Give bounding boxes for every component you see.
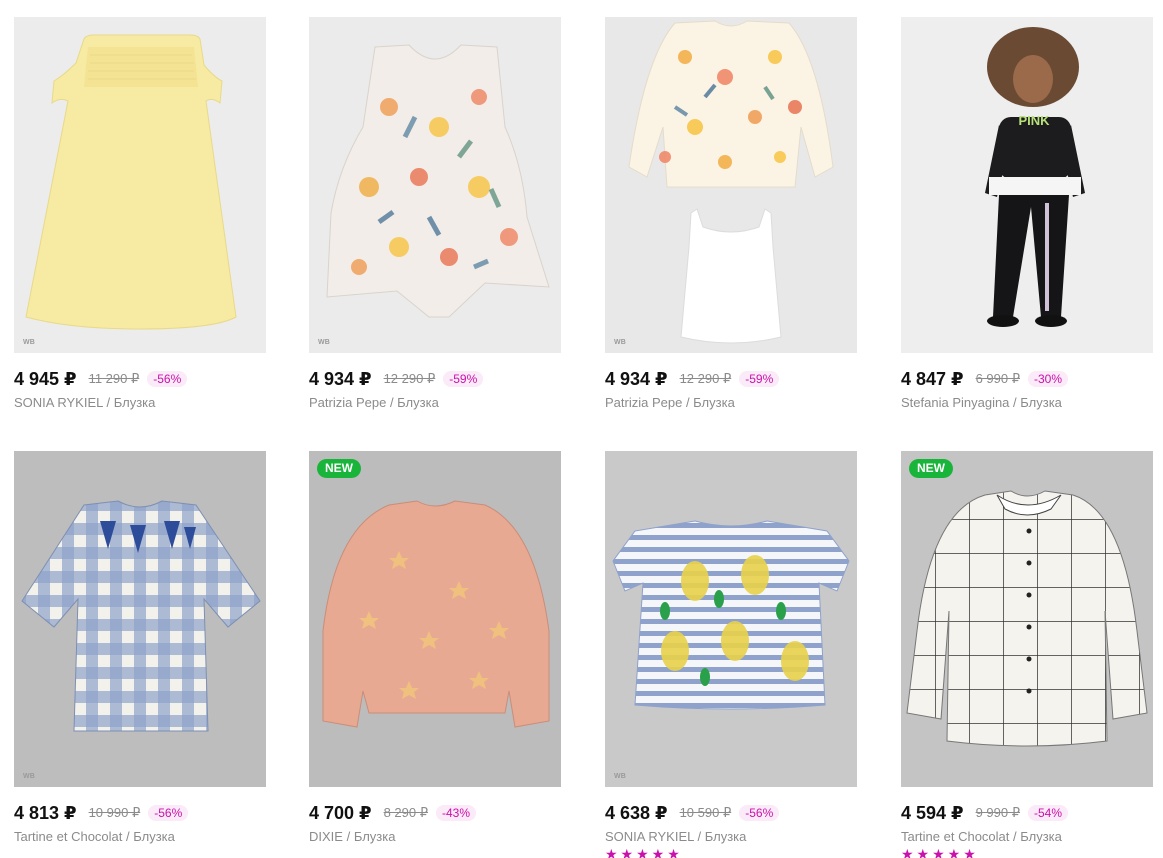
name-separator: / bbox=[102, 395, 114, 410]
rating-stars: ★★★★★ bbox=[901, 846, 979, 858]
brand-name: Tartine et Chocolat bbox=[901, 829, 1010, 844]
brand-name: SONIA RYKIEL bbox=[14, 395, 103, 410]
category-name: Блузка bbox=[353, 829, 396, 844]
current-price: 4 594 ₽ bbox=[901, 802, 964, 823]
rating-stars: ★★★★★ bbox=[605, 846, 683, 858]
price-row: 4 700 ₽ 8 290 ₽ -43% bbox=[309, 801, 561, 825]
current-price: 4 847 ₽ bbox=[901, 368, 964, 389]
name-separator: / bbox=[342, 829, 354, 844]
pink-print-text: PINK bbox=[1018, 113, 1050, 128]
brand-name: DIXIE bbox=[309, 829, 343, 844]
current-price: 4 813 ₽ bbox=[14, 802, 77, 823]
old-price: 9 990 ₽ bbox=[975, 805, 1020, 820]
product-name[interactable]: Tartine et Chocolat / Блузка bbox=[14, 829, 266, 844]
category-name: Блузка bbox=[397, 395, 439, 410]
old-price: 11 290 ₽ bbox=[88, 371, 140, 386]
current-price: 4 934 ₽ bbox=[309, 368, 372, 389]
product-card[interactable]: WB 4 934 ₽ 12 290 ₽ -59% Patrizia Pepe /… bbox=[309, 17, 561, 410]
wb-watermark: WB bbox=[614, 773, 627, 780]
product-name[interactable]: SONIA RYKIEL / Блузка bbox=[605, 829, 857, 844]
old-price: 12 290 ₽ bbox=[679, 371, 732, 386]
discount-badge: -56% bbox=[739, 805, 780, 821]
product-card[interactable]: WB 4 934 ₽ 12 290 ₽ -59% Patrizia Pepe /… bbox=[605, 17, 857, 410]
product-image[interactable]: WB bbox=[605, 451, 857, 787]
price-row: 4 934 ₽ 12 290 ₽ -59% bbox=[605, 367, 857, 391]
current-price: 4 945 ₽ bbox=[14, 368, 77, 389]
new-badge: NEW bbox=[909, 459, 953, 478]
product-card[interactable]: NEW 4 594 ₽ 9 990 ₽ -54% Tartine et Choc… bbox=[901, 451, 1153, 858]
product-name[interactable]: Patrizia Pepe / Блузка bbox=[309, 395, 561, 410]
discount-badge: -59% bbox=[443, 371, 484, 387]
old-price: 6 990 ₽ bbox=[975, 371, 1020, 386]
product-name[interactable]: SONIA RYKIEL / Блузка bbox=[14, 395, 266, 410]
girl-model-image: PINK bbox=[985, 27, 1085, 327]
price-row: 4 934 ₽ 12 290 ₽ -59% bbox=[309, 367, 561, 391]
old-price: 12 290 ₽ bbox=[383, 371, 436, 386]
name-separator: / bbox=[1009, 829, 1021, 844]
product-image[interactable]: WB bbox=[309, 17, 561, 353]
product-image[interactable]: NEW bbox=[309, 451, 561, 787]
current-price: 4 700 ₽ bbox=[309, 802, 372, 823]
discount-badge: -56% bbox=[147, 371, 188, 387]
category-name: Блузка bbox=[133, 829, 175, 844]
product-name[interactable]: Patrizia Pepe / Блузка bbox=[605, 395, 857, 410]
product-image[interactable]: PINK bbox=[901, 17, 1153, 353]
category-name: Блузка bbox=[1020, 829, 1062, 844]
name-separator: / bbox=[386, 395, 398, 410]
brand-name: Patrizia Pepe bbox=[309, 395, 387, 410]
price-row: 4 638 ₽ 10 590 ₽ -56% bbox=[605, 801, 857, 825]
wb-watermark: WB bbox=[23, 773, 36, 780]
product-image[interactable]: WB bbox=[14, 17, 266, 353]
striped-lemon-blouse-image bbox=[612, 520, 850, 710]
product-image[interactable]: WB bbox=[605, 17, 857, 353]
current-price: 4 638 ₽ bbox=[605, 802, 668, 823]
checked-white-blouse-image bbox=[906, 490, 1148, 747]
floral-top-image bbox=[326, 44, 550, 318]
price-row: 4 945 ₽ 11 290 ₽ -56% bbox=[14, 367, 266, 391]
price-row: 4 594 ₽ 9 990 ₽ -54% bbox=[901, 801, 1153, 825]
old-price: 10 990 ₽ bbox=[88, 805, 141, 820]
gingham-blouse-image bbox=[21, 500, 261, 732]
current-price: 4 934 ₽ bbox=[605, 368, 668, 389]
product-name[interactable]: Tartine et Chocolat / Блузка bbox=[901, 829, 1153, 844]
discount-badge: -56% bbox=[148, 805, 189, 821]
old-price: 10 590 ₽ bbox=[679, 805, 732, 820]
price-row: 4 847 ₽ 6 990 ₽ -30% bbox=[901, 367, 1153, 391]
name-separator: / bbox=[693, 829, 705, 844]
discount-badge: -54% bbox=[1028, 805, 1069, 821]
wb-watermark: WB bbox=[23, 339, 36, 346]
name-separator: / bbox=[1009, 395, 1021, 410]
discount-badge: -30% bbox=[1028, 371, 1069, 387]
product-card[interactable]: WB 4 945 ₽ 11 290 ₽ -56% SONIA RYKIEL / … bbox=[14, 17, 266, 410]
product-name[interactable]: DIXIE / Блузка bbox=[309, 829, 561, 844]
brand-name: SONIA RYKIEL bbox=[605, 829, 694, 844]
product-card[interactable]: PINK 4 847 ₽ 6 990 ₽ -30% Stefania Pinya… bbox=[901, 17, 1153, 410]
name-separator: / bbox=[682, 395, 694, 410]
brand-name: Patrizia Pepe bbox=[605, 395, 683, 410]
new-badge: NEW bbox=[317, 459, 361, 478]
peach-tulle-blouse-image bbox=[322, 500, 550, 728]
category-name: Блузка bbox=[704, 829, 747, 844]
category-name: Блузка bbox=[693, 395, 735, 410]
price-row: 4 813 ₽ 10 990 ₽ -56% bbox=[14, 801, 266, 825]
category-name: Блузка bbox=[113, 395, 156, 410]
old-price: 8 290 ₽ bbox=[383, 805, 428, 820]
yellow-dress-image bbox=[25, 34, 237, 330]
product-name[interactable]: Stefania Pinyagina / Блузка bbox=[901, 395, 1153, 410]
product-card[interactable]: NEW 4 700 ₽ 8 290 ₽ -43% DIXIE / Блузка bbox=[309, 451, 561, 844]
product-image[interactable]: NEW bbox=[901, 451, 1153, 787]
category-name: Блузка bbox=[1020, 395, 1062, 410]
product-card[interactable]: WB 4 813 ₽ 10 990 ₽ -56% Tartine et Choc… bbox=[14, 451, 266, 844]
product-image[interactable]: WB bbox=[14, 451, 266, 787]
name-separator: / bbox=[122, 829, 134, 844]
product-grid: WB 4 945 ₽ 11 290 ₽ -56% SONIA RYKIEL / … bbox=[0, 0, 1163, 858]
wb-watermark: WB bbox=[318, 339, 331, 346]
discount-badge: -43% bbox=[436, 805, 477, 821]
product-card[interactable]: WB 4 638 ₽ 10 590 ₽ -56% SONIA RYKIEL / … bbox=[605, 451, 857, 858]
brand-name: Stefania Pinyagina bbox=[901, 395, 1010, 410]
floral-blouse-and-top-image bbox=[628, 20, 834, 344]
brand-name: Tartine et Chocolat bbox=[14, 829, 123, 844]
discount-badge: -59% bbox=[739, 371, 780, 387]
wb-watermark: WB bbox=[614, 339, 627, 346]
